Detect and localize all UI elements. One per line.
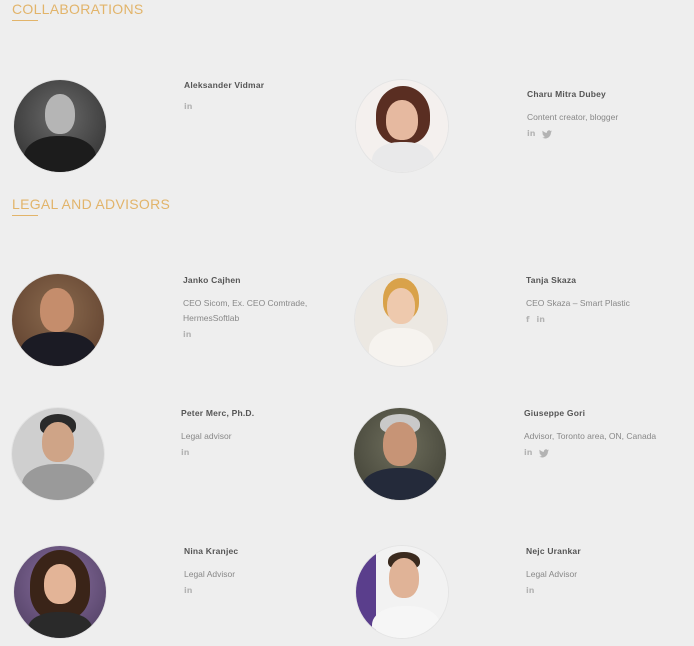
social-links: in [527,128,694,140]
avatar-nina-kranjec [14,546,106,638]
linkedin-icon[interactable]: in [183,330,191,340]
person-aleksander-vidmar: Aleksander Vidmar in [184,80,354,113]
person-tanja-skaza: Tanja Skaza CEO Skaza – Smart Plastic f … [526,275,694,326]
linkedin-icon[interactable]: in [524,448,532,458]
avatar-janko-cajhen [12,274,104,366]
linkedin-icon[interactable]: in [536,315,544,325]
avatar-tanja-skaza [355,274,447,366]
avatar-nejc-urankar [356,546,448,638]
person-role: Content creator, blogger [527,112,619,122]
avatar-charu-mitra-dubey [356,80,448,172]
person-role: Legal Advisor [526,569,578,579]
linkedin-icon[interactable]: in [527,129,535,139]
avatar-giuseppe-gori [354,408,446,500]
avatar-aleksander-vidmar [14,80,106,172]
person-name: Nejc Urankar [526,546,581,556]
social-links: f in [526,314,694,326]
social-links: in [526,585,694,597]
twitter-icon[interactable] [542,129,553,139]
linkedin-icon[interactable]: in [184,586,192,596]
person-name: Aleksander Vidmar [184,80,265,90]
social-links: in [181,447,351,459]
social-links: in [183,329,353,341]
person-role: Advisor, Toronto area, ON, Canada [524,431,657,441]
person-charu-mitra-dubey: Charu Mitra Dubey Content creator, blogg… [527,89,694,140]
person-name: Nina Kranjec [184,546,239,556]
person-janko-cajhen: Janko Cajhen CEO Sicom, Ex. CEO Comtrade… [183,275,353,341]
person-role: Legal advisor [181,431,232,441]
section-title-collaborations: COLLABORATIONS [12,1,144,21]
person-peter-merc: Peter Merc, Ph.D. Legal advisor in [181,408,351,459]
linkedin-icon[interactable]: in [184,102,192,112]
person-name: Charu Mitra Dubey [527,89,606,99]
avatar-peter-merc [12,408,104,500]
twitter-icon[interactable] [539,448,550,458]
person-nejc-urankar: Nejc Urankar Legal Advisor in [526,546,694,597]
person-name: Tanja Skaza [526,275,577,285]
person-role: CEO Sicom, Ex. CEO Comtrade, HermesSoftl… [183,298,308,323]
person-nina-kranjec: Nina Kranjec Legal Advisor in [184,546,354,597]
person-role: Legal Advisor [184,569,236,579]
linkedin-icon[interactable]: in [526,586,534,596]
person-role: CEO Skaza – Smart Plastic [526,298,630,308]
person-name: Giuseppe Gori [524,408,586,418]
section-title-legal-advisors: LEGAL AND ADVISORS [12,196,170,216]
social-links: in [524,447,694,459]
linkedin-icon[interactable]: in [181,448,189,458]
person-name: Peter Merc, Ph.D. [181,408,255,418]
facebook-icon[interactable]: f [526,315,529,325]
person-name: Janko Cajhen [183,275,241,285]
person-giuseppe-gori: Giuseppe Gori Advisor, Toronto area, ON,… [524,408,694,459]
social-links: in [184,585,354,597]
social-links: in [184,101,354,113]
